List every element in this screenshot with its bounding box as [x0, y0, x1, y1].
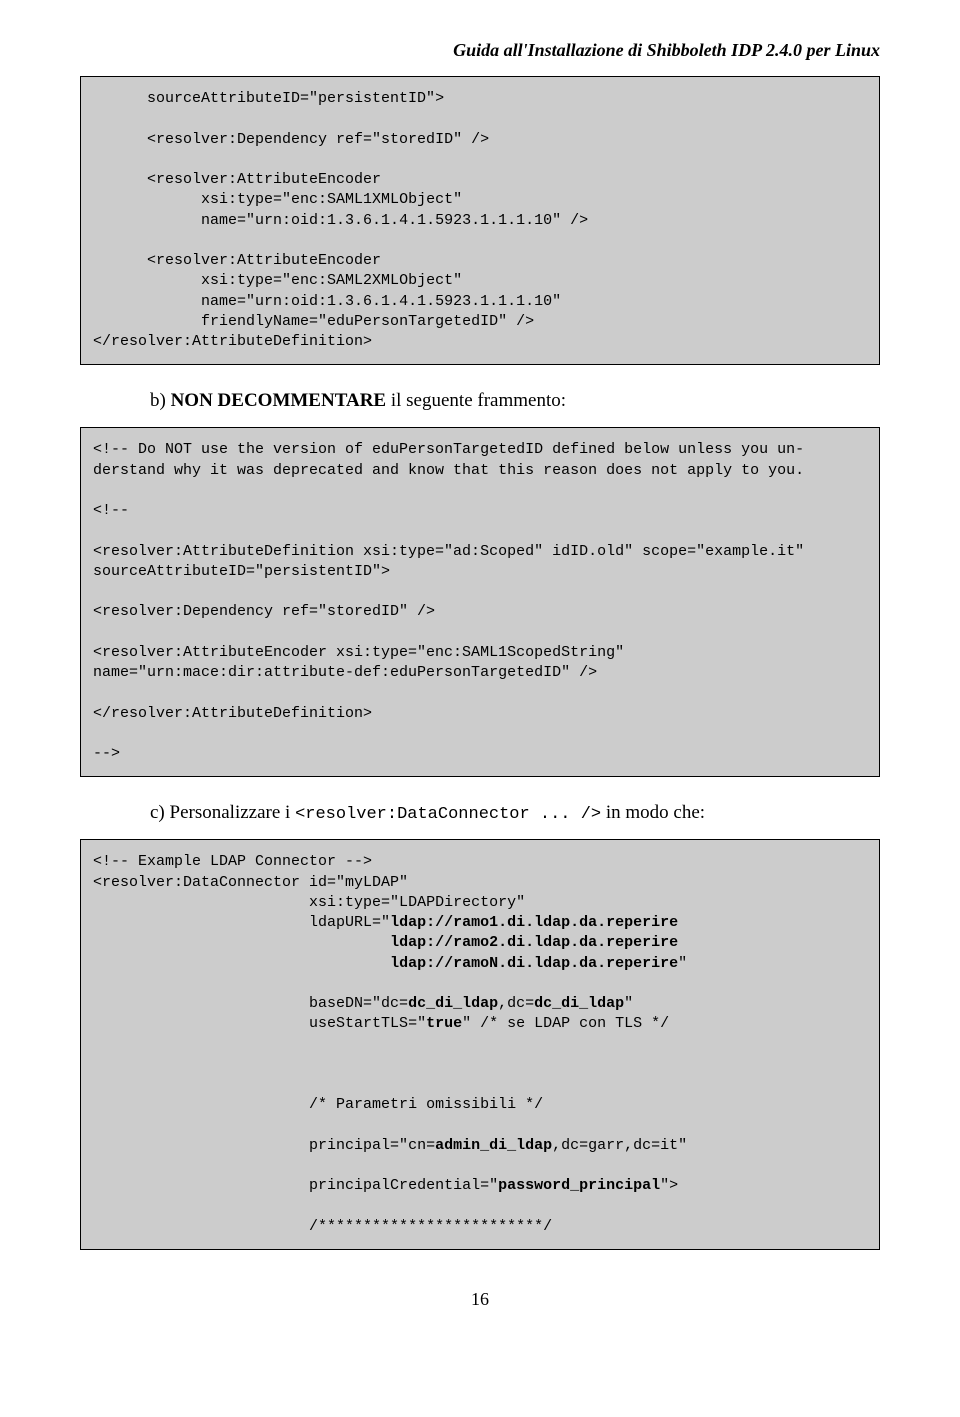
list-item-b: b) NON DECOMMENTARE il seguente framment… [150, 390, 880, 412]
b3-l8a: useStartTLS=" [93, 1015, 426, 1032]
b3-l2: <resolver:DataConnector id="myLDAP" [93, 874, 408, 891]
b3-l5: ldap://ramo2.di.ldap.da.reperire [93, 934, 678, 951]
doc-header-title: Guida all'Installazione di Shibboleth ID… [80, 40, 880, 61]
b3-l6q: " [678, 955, 687, 972]
b3-l9: /* Parametri omissibili */ [93, 1096, 543, 1113]
b3-l4a: ldapURL=" [93, 914, 390, 931]
b3-l7a: baseDN="dc= [93, 995, 408, 1012]
code-block-3: <!-- Example LDAP Connector --> <resolve… [80, 839, 880, 1250]
b3-l7e: " [624, 995, 633, 1012]
item-b-bold: NON DECOMMENTARE [171, 390, 387, 411]
page-number: 16 [0, 1289, 960, 1310]
b3-l6a: ldap://ramoN.di.ldap.da.reperire [93, 955, 678, 972]
code-block-2: <!-- Do NOT use the version of eduPerson… [80, 427, 880, 777]
b3-l4b: ldap://ramo1.di.ldap.da.reperire [390, 914, 678, 931]
item-b-prefix: b) [150, 390, 171, 411]
b3-l10c: ,dc=garr,dc=it" [552, 1137, 687, 1154]
b3-l10a: principal="cn= [93, 1137, 435, 1154]
b3-l11c: "> [660, 1177, 678, 1194]
code-block-1: sourceAttributeID="persistentID"> <resol… [80, 76, 880, 365]
b3-l1: <!-- Example LDAP Connector --> [93, 853, 372, 870]
item-c-code: <resolver:DataConnector ... /> [295, 805, 601, 824]
item-b-suffix: il seguente frammento: [386, 390, 566, 411]
b3-l10b: admin_di_ldap [435, 1137, 552, 1154]
list-item-c: c) Personalizzare i <resolver:DataConnec… [150, 802, 880, 824]
code-text: sourceAttributeID="persistentID"> <resol… [93, 90, 588, 350]
b3-l7d: dc_di_ldap [534, 995, 624, 1012]
item-c-suffix: in modo che: [601, 802, 705, 823]
b3-l7c: ,dc= [498, 995, 534, 1012]
b3-l11b: password_principal [498, 1177, 660, 1194]
b3-l3: xsi:type="LDAPDirectory" [93, 894, 525, 911]
code-text: <!-- Do NOT use the version of eduPerson… [93, 441, 804, 762]
b3-l11a: principalCredential=" [93, 1177, 498, 1194]
b3-l8c: " /* se LDAP con TLS */ [462, 1015, 669, 1032]
page: Guida all'Installazione di Shibboleth ID… [0, 0, 960, 1325]
b3-l12: /*************************/ [93, 1218, 552, 1235]
b3-l8b: true [426, 1015, 462, 1032]
b3-l7b: dc_di_ldap [408, 995, 498, 1012]
item-c-prefix: c) Personalizzare i [150, 802, 295, 823]
